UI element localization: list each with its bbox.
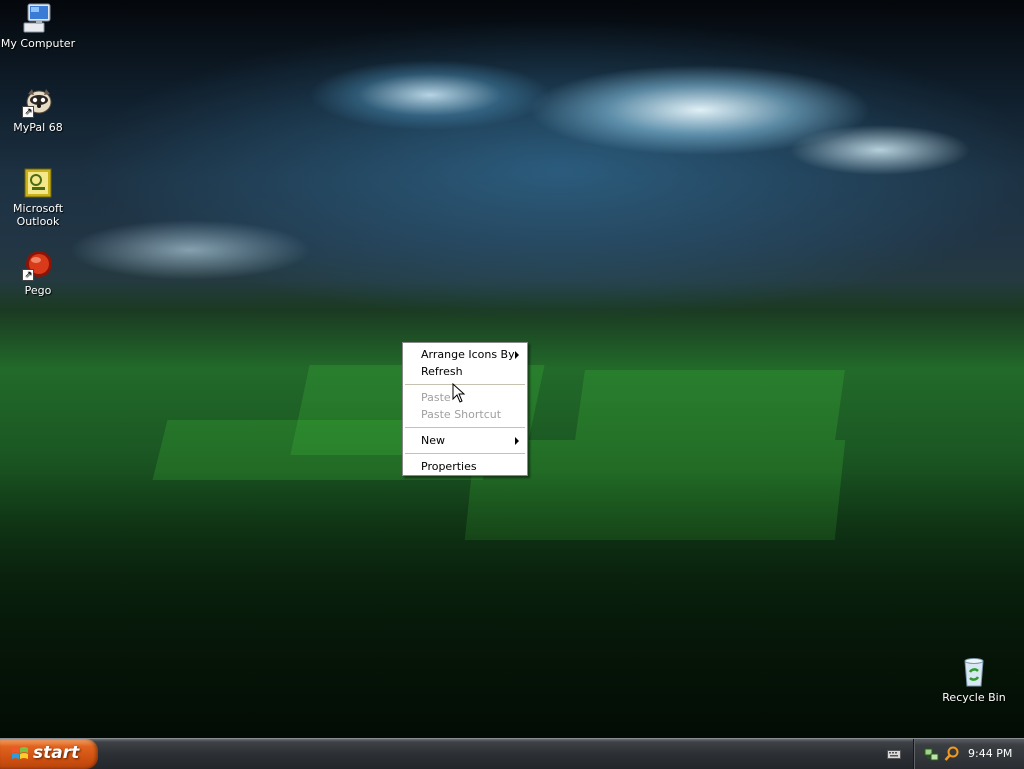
desktop-icon-mypal[interactable]: ↗ MyPal 68 [0, 86, 76, 134]
desktop-icon-pego[interactable]: ↗ Pego [0, 249, 76, 297]
menu-separator [405, 427, 525, 428]
menu-item-refresh[interactable]: Refresh [403, 363, 527, 380]
my-computer-icon [22, 2, 54, 34]
menu-item-label: Paste Shortcut [421, 408, 502, 421]
search-icon[interactable] [944, 746, 960, 762]
start-label: start [33, 743, 80, 763]
desktop-icon-label: MyPal 68 [13, 121, 63, 134]
menu-item-label: Arrange Icons By [421, 348, 515, 361]
desktop-icon-label: Recycle Bin [942, 691, 1006, 704]
menu-item-label: Properties [421, 460, 477, 473]
pego-icon: ↗ [22, 249, 54, 281]
shortcut-arrow-icon: ↗ [22, 269, 34, 281]
menu-item-label: Paste [421, 391, 451, 404]
shortcut-arrow-icon: ↗ [22, 106, 34, 118]
windows-logo-icon [12, 747, 28, 759]
clock[interactable]: 9:44 PM [968, 747, 1012, 760]
menu-item-label: Refresh [421, 365, 463, 378]
menu-item-arrange-icons-by[interactable]: Arrange Icons By [403, 346, 527, 363]
taskbar: start 9:44 PM [0, 738, 1024, 769]
keyboard-icon[interactable] [887, 748, 901, 760]
network-icon[interactable] [924, 746, 940, 762]
recycle-bin-icon [958, 656, 990, 688]
submenu-arrow-icon [515, 351, 519, 359]
desktop-icon-label: Pego [24, 284, 52, 297]
mouse-cursor-icon [452, 382, 466, 406]
menu-item-new[interactable]: New [403, 432, 527, 449]
menu-item-label: New [421, 434, 445, 447]
mypal-browser-icon: ↗ [22, 86, 54, 118]
wallpaper-window-pane [575, 370, 845, 440]
outlook-icon [22, 167, 54, 199]
desktop-icon-label: My Computer [0, 37, 76, 50]
desktop-icon-label-line2: Outlook [16, 215, 60, 228]
menu-item-paste-shortcut: Paste Shortcut [403, 406, 527, 423]
wallpaper-shadow [0, 470, 1024, 738]
desktop-icon-my-computer[interactable]: My Computer [0, 2, 76, 50]
desktop-icon-recycle-bin[interactable]: Recycle Bin [936, 656, 1012, 704]
submenu-arrow-icon [515, 437, 519, 445]
desktop-icon-outlook[interactable]: Microsoft Outlook [0, 167, 76, 228]
desktop-context-menu: Arrange Icons By Refresh Paste Paste Sho… [402, 342, 528, 476]
menu-item-properties[interactable]: Properties [403, 458, 527, 475]
desktop-icon-label-line1: Microsoft [12, 202, 64, 215]
start-button[interactable]: start [0, 739, 98, 769]
system-tray: 9:44 PM [913, 739, 1024, 769]
desktop[interactable]: My Computer ↗ MyPal 68 Microsoft Outlook… [0, 0, 1024, 738]
menu-separator [405, 453, 525, 454]
